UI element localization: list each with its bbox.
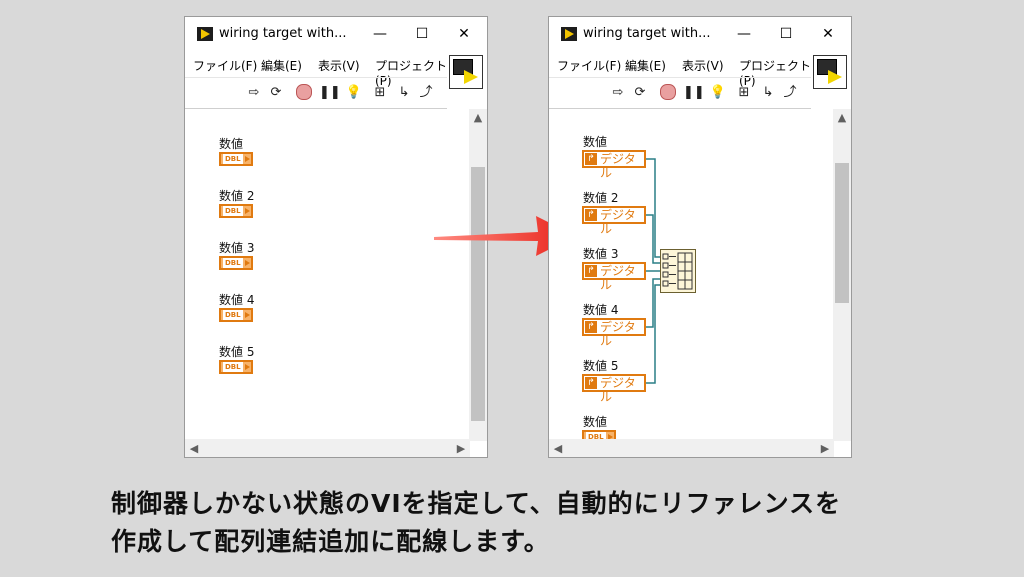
abort-icon[interactable] (659, 84, 677, 102)
minimize-button[interactable]: — (369, 23, 391, 45)
run-icon[interactable]: ⇨ (245, 84, 263, 102)
run-continuously-icon[interactable]: ⟳ (267, 84, 285, 102)
control-label: 数値 5 (219, 345, 255, 359)
window-title: wiring target with... (219, 26, 347, 41)
menu-bar: ファイル(F) 編集(E) 表示(V) プロジェクト(P) (185, 53, 447, 88)
dbl-control-terminal[interactable]: DBL (219, 360, 253, 374)
menu-edit[interactable]: 編集(E) (625, 57, 666, 74)
menu-file[interactable]: ファイル(F) (557, 57, 621, 74)
control-label: 数値 (219, 137, 244, 151)
scroll-right-icon[interactable]: ▶ (816, 442, 834, 455)
dbl-control-terminal[interactable]: DBL (219, 256, 253, 270)
close-button[interactable]: ✕ (817, 23, 839, 45)
retain-wire-values-icon[interactable]: ⊞ (371, 84, 389, 102)
horizontal-scrollbar[interactable]: ◀ ▶ (549, 439, 834, 457)
title-bar: wiring target with... — ☐ ✕ (185, 17, 487, 51)
menu-view[interactable]: 表示(V) (318, 57, 360, 74)
control-reference[interactable]: ↱ デジタル (582, 206, 646, 236)
control-label: 数値 3 (219, 241, 255, 255)
vertical-scrollbar[interactable]: ▲ (469, 109, 487, 441)
pause-icon[interactable]: ❚❚ (319, 84, 341, 102)
toolbar: ⇨ ⟳ ❚❚ 💡 ⊞ ↳ ⤴ (549, 77, 811, 109)
step-into-icon[interactable]: ↳ (395, 84, 413, 102)
scroll-left-icon[interactable]: ◀ (549, 442, 567, 455)
vi-icon[interactable] (449, 55, 483, 89)
menu-bar: ファイル(F) 編集(E) 表示(V) プロジェクト(P) (549, 53, 811, 88)
caption-line-2: 作成して配列連結追加に配線します。 (111, 527, 550, 556)
control-label: 数値 2 (219, 189, 255, 203)
retain-wire-values-icon[interactable]: ⊞ (735, 84, 753, 102)
step-into-icon[interactable]: ↳ (759, 84, 777, 102)
menu-view[interactable]: 表示(V) (682, 57, 724, 74)
reference-label: 数値 5 (583, 359, 619, 373)
reference-label: 数値 (583, 135, 608, 149)
control-label: 数値 (583, 415, 608, 429)
scroll-left-icon[interactable]: ◀ (185, 442, 203, 455)
menu-file[interactable]: ファイル(F) (193, 57, 257, 74)
toolbar: ⇨ ⟳ ❚❚ 💡 ⊞ ↳ ⤴ (185, 77, 447, 109)
maximize-button[interactable]: ☐ (411, 23, 433, 45)
scroll-thumb[interactable] (835, 163, 849, 303)
dbl-control-terminal[interactable]: DBL (219, 308, 253, 322)
right-vi-window: wiring target with... — ☐ ✕ ファイル(F) 編集(E… (548, 16, 852, 458)
control-reference[interactable]: ↱ デジタル (582, 150, 646, 180)
step-over-icon[interactable]: ⤴ (417, 84, 435, 102)
highlight-execution-icon[interactable]: 💡 (709, 84, 727, 102)
scroll-thumb[interactable] (471, 167, 485, 421)
block-diagram[interactable]: 数値 ↱ デジタル 数値 2 ↱ デジタル 数値 3 ↱ デジタル 数値 4 ↱ デジタ… (549, 109, 834, 444)
menu-edit[interactable]: 編集(E) (261, 57, 302, 74)
block-diagram[interactable]: 数値 DBL 数値 2 DBL 数値 3 DBL 数値 4 DBL 数値 5 D… (185, 109, 470, 441)
minimize-button[interactable]: — (733, 23, 755, 45)
scroll-up-icon[interactable]: ▲ (469, 111, 487, 124)
caption-line-1: 制御器しかない状態のVIを指定して、自動的にリファレンスを (111, 489, 842, 518)
build-array-icon[interactable] (660, 249, 696, 293)
dbl-control-terminal[interactable]: DBL (219, 152, 253, 166)
control-reference[interactable]: ↱ デジタル (582, 318, 646, 348)
abort-icon[interactable] (295, 84, 313, 102)
run-continuously-icon[interactable]: ⟳ (631, 84, 649, 102)
title-bar: wiring target with... — ☐ ✕ (549, 17, 851, 51)
control-reference[interactable]: ↱ デジタル (582, 262, 646, 292)
step-over-icon[interactable]: ⤴ (781, 84, 799, 102)
vertical-scrollbar[interactable]: ▲ (833, 109, 851, 441)
control-reference[interactable]: ↱ デジタル (582, 374, 646, 404)
horizontal-scrollbar[interactable]: ◀ ▶ (185, 439, 470, 457)
reference-label: 数値 2 (583, 191, 619, 205)
window-title: wiring target with... (583, 26, 711, 41)
pause-icon[interactable]: ❚❚ (683, 84, 705, 102)
labview-app-icon (197, 27, 213, 41)
run-icon[interactable]: ⇨ (609, 84, 627, 102)
dbl-control-terminal[interactable]: DBL (219, 204, 253, 218)
maximize-button[interactable]: ☐ (775, 23, 797, 45)
close-button[interactable]: ✕ (453, 23, 475, 45)
highlight-execution-icon[interactable]: 💡 (345, 84, 363, 102)
control-label: 数値 4 (219, 293, 255, 307)
scroll-up-icon[interactable]: ▲ (833, 111, 851, 124)
reference-label: 数値 4 (583, 303, 619, 317)
vi-icon[interactable] (813, 55, 847, 89)
scroll-right-icon[interactable]: ▶ (452, 442, 470, 455)
reference-label: 数値 3 (583, 247, 619, 261)
labview-app-icon (561, 27, 577, 41)
